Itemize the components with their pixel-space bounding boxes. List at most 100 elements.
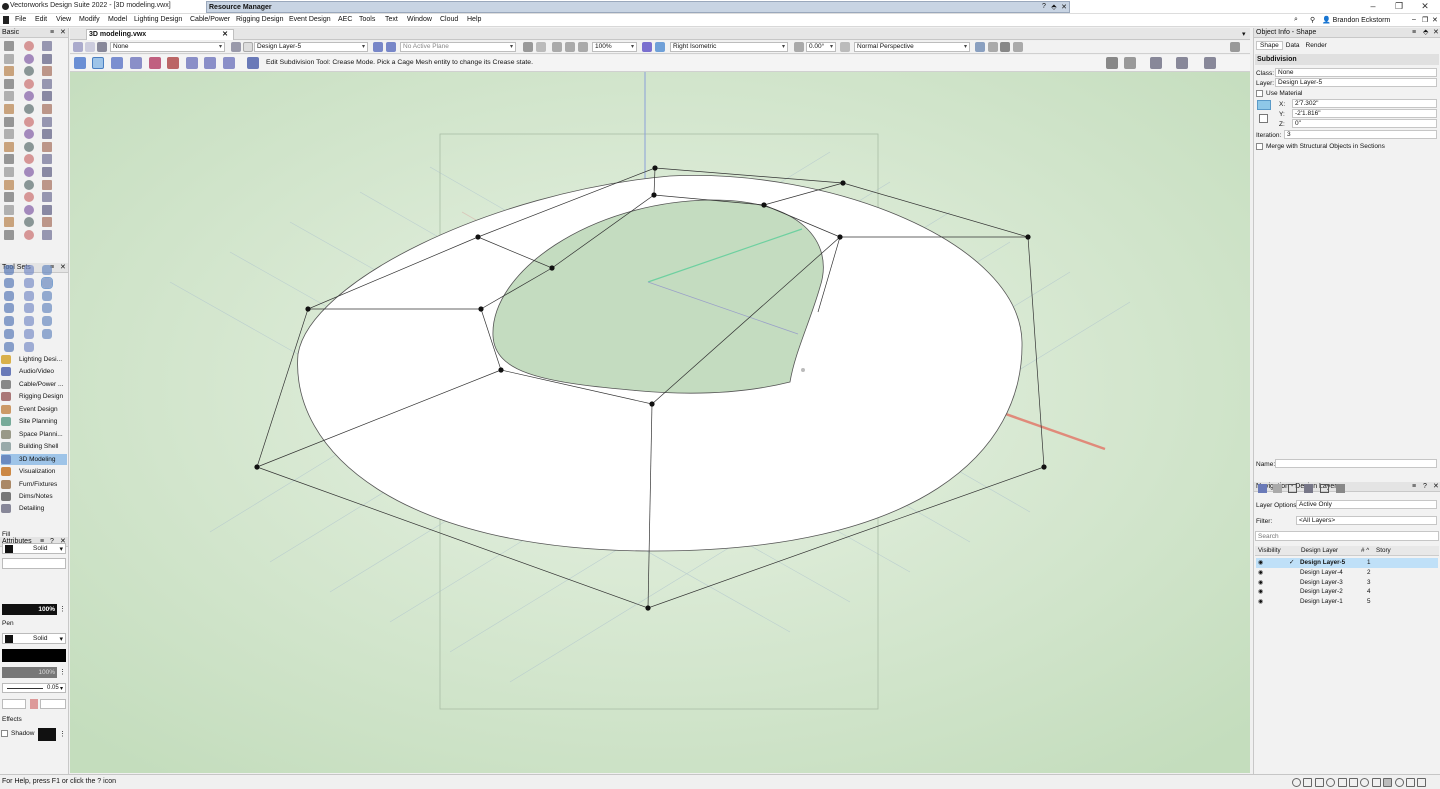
eye-icon[interactable]: ◉ [1258,588,1263,595]
basic-tool-icon[interactable] [4,116,14,127]
basic-tool-icon[interactable] [4,129,14,140]
basic-tool-icon[interactable] [24,129,34,140]
layers-view-icon[interactable] [1258,484,1267,493]
magnifier-icon[interactable]: ⚲ [1310,16,1315,24]
col-number[interactable]: # ^ [1361,547,1369,554]
basic-tool-icon[interactable] [4,53,14,64]
modeling-tool-icon[interactable] [24,329,34,339]
merge-structural-checkbox[interactable] [1256,142,1263,150]
modeling-tool-icon[interactable] [42,303,52,314]
basic-palette-header[interactable]: Basic ≡ ✕ [0,28,68,38]
modeling-tool-icon[interactable] [24,265,34,275]
modeling-tool-icon[interactable] [42,290,52,301]
planar-snap-icon[interactable] [1176,57,1188,69]
basic-tool-icon[interactable] [42,141,52,152]
tab-close-icon[interactable]: ✕ [222,30,228,40]
snap-option-icon[interactable] [1292,778,1301,787]
doc-restore-icon[interactable]: ❐ [1422,16,1428,24]
menu-edit[interactable]: Edit [35,16,47,23]
modeling-tool-icon[interactable] [42,329,52,339]
snap-option-icon[interactable] [1406,778,1415,787]
basic-tool-icon[interactable] [42,154,52,165]
zoom-icon[interactable] [565,42,575,52]
layer-color-icon[interactable] [243,42,253,52]
basic-tool-icon[interactable] [4,141,14,152]
back-icon[interactable] [73,42,83,52]
modeling-tool-icon[interactable] [4,341,14,352]
iteration-select[interactable]: 3 [1284,130,1437,139]
palette-close-icon[interactable]: ✕ [60,28,66,38]
col-visibility[interactable]: Visibility [1258,547,1281,554]
saved-views-icon[interactable] [1320,484,1329,493]
modeling-tool-icon[interactable] [4,303,14,314]
modeling-tool-icon[interactable] [24,277,34,288]
view-icon[interactable] [523,42,533,52]
projection-select[interactable]: Normal Perspective [854,42,970,52]
basic-tool-icon[interactable] [42,53,52,64]
snap-option-icon[interactable] [1383,778,1393,787]
eye-icon[interactable]: ◉ [1258,598,1263,605]
zoom-select[interactable]: 100% [592,42,637,52]
snap-option-icon[interactable] [1371,778,1381,787]
layer-row[interactable]: ◉ Design Layer-3 3 [1256,578,1438,588]
shadow-option[interactable]: Shadow [1,730,35,737]
visualization-icon[interactable] [1204,57,1216,69]
tab-shape[interactable]: Shape [1256,40,1283,50]
basic-tool-icon[interactable] [24,41,34,51]
modeling-tool-icon[interactable] [42,265,52,275]
mode-delete-icon[interactable] [204,57,216,69]
class-options-icon[interactable] [386,42,396,52]
merge-structural-option[interactable]: Merge with Structural Objects in Section… [1256,141,1385,151]
basic-tool-icon[interactable] [42,129,52,140]
basic-tool-icon[interactable] [4,192,14,203]
basic-tool-icon[interactable] [24,116,34,127]
render-mode-icon[interactable] [840,42,850,52]
basic-tool-icon[interactable] [42,217,52,228]
basic-tool-icon[interactable] [24,141,34,152]
snap-option-icon[interactable] [1337,778,1347,787]
doc-minimize-icon[interactable]: – [1412,16,1416,23]
menu-model[interactable]: Model [108,16,127,23]
basic-tool-icon[interactable] [4,167,14,177]
tool-set-1[interactable]: Lighting Desi... [1,354,67,365]
layer-row[interactable]: ◉ ✓ Design Layer-5 1 [1256,558,1438,568]
modeling-tool-icon[interactable] [4,277,14,288]
shadow-color-box[interactable] [38,728,56,741]
basic-tool-icon[interactable] [24,167,34,177]
tool-set-2[interactable]: Audio/Video [1,366,67,377]
modeling-tool-icon[interactable] [42,316,52,327]
palette-menu-icon[interactable]: ≡ [50,28,54,38]
position-grid-icon[interactable] [1257,100,1271,110]
basic-tool-icon[interactable] [24,230,34,240]
layer-search-input[interactable] [1255,531,1439,541]
tool-set-8[interactable]: Building Shell [1,441,67,452]
menu-text[interactable]: Text [385,16,398,23]
zoom-fit-icon[interactable] [552,42,562,52]
mode-extrude-icon[interactable] [186,57,198,69]
shadow-checkbox[interactable] [1,730,8,737]
lighting-options-icon[interactable] [975,42,985,52]
doc-close-icon[interactable]: ✕ [1432,16,1438,24]
viewports-icon[interactable] [1304,484,1313,493]
basic-tool-icon[interactable] [24,66,34,77]
basic-tool-icon[interactable] [42,116,52,127]
basic-tool-icon[interactable] [42,41,52,51]
layer-options-icon[interactable] [373,42,383,52]
standard-view-select[interactable]: Right Isometric [670,42,788,52]
view-cube-icon[interactable] [642,42,652,52]
eye-icon[interactable]: ◉ [1258,569,1263,576]
basic-tool-icon[interactable] [4,41,14,51]
help-icon[interactable]: ? [1423,482,1427,492]
layer-row[interactable]: ◉ Design Layer-1 5 [1256,597,1438,607]
basic-tool-icon[interactable] [24,179,34,190]
basic-tool-icon[interactable] [24,217,34,228]
viewport-3d[interactable] [70,72,1250,773]
basic-tool-icon[interactable] [24,53,34,64]
pen-style-select[interactable]: Solid ▾ [2,633,66,644]
basic-tool-icon[interactable] [4,179,14,190]
basic-tool-icon[interactable] [24,154,34,165]
pen-color-box[interactable] [2,649,66,662]
mode-move-icon[interactable] [130,57,142,69]
menu-window[interactable]: Window [407,16,432,23]
resource-manager-bar[interactable]: Resource Manager ? ⬘ ✕ [206,1,1070,13]
